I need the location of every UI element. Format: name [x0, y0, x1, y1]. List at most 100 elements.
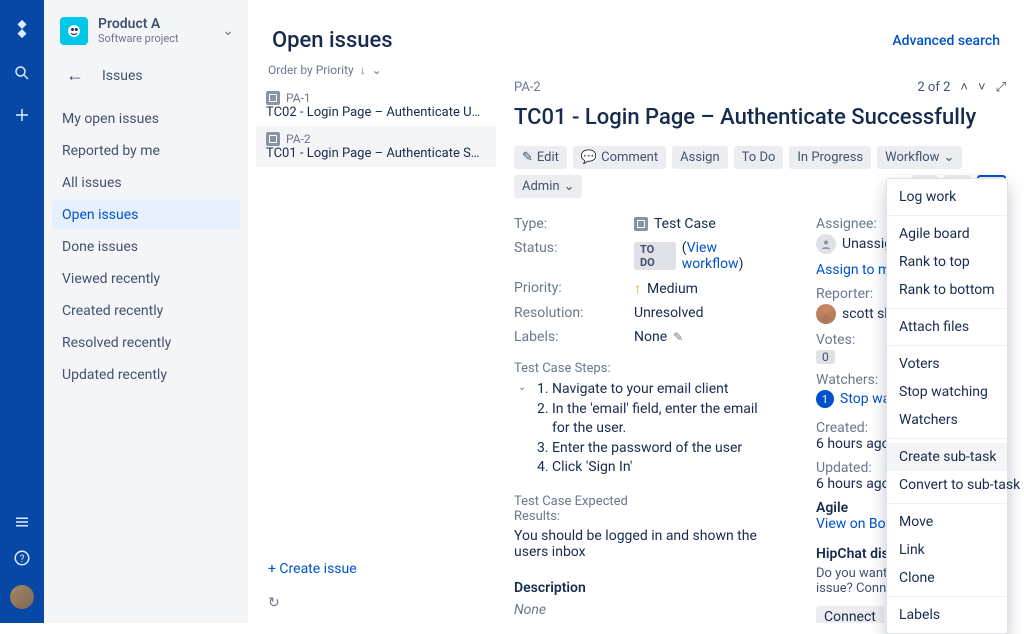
- reporter-value: scott sh: [842, 306, 892, 322]
- filter-item[interactable]: Resolved recently: [52, 328, 240, 358]
- issue-title: TC01 - Login Page – Authenticate Success…: [514, 105, 1006, 130]
- workflow-button[interactable]: Workflow ⌄: [877, 146, 962, 169]
- menu-item[interactable]: Link: [887, 536, 1007, 564]
- page-heading-bar: Open issues Advanced search: [248, 0, 1024, 63]
- edit-labels-icon[interactable]: [673, 329, 683, 345]
- unassigned-avatar-icon: [816, 234, 836, 254]
- user-avatar-icon[interactable]: [10, 585, 34, 609]
- steps-header: Test Case Steps:: [514, 361, 776, 376]
- filter-item[interactable]: Viewed recently: [52, 264, 240, 294]
- filter-item[interactable]: Created recently: [52, 296, 240, 326]
- step-item: In the 'email' field, enter the email fo…: [552, 400, 776, 439]
- expand-icon[interactable]: ⤢: [996, 80, 1006, 95]
- pencil-icon: ✎: [522, 150, 533, 165]
- admin-button[interactable]: Admin ⌄: [514, 175, 582, 198]
- priority-medium-icon: ↑: [634, 280, 641, 297]
- labels-label: Labels:: [514, 329, 634, 345]
- project-header[interactable]: Product A Software project ⌄: [52, 16, 248, 59]
- menu-item[interactable]: Stop watching: [887, 378, 1007, 406]
- priority-label: Priority:: [514, 280, 634, 297]
- svg-text:?: ?: [20, 554, 25, 565]
- collapse-icon[interactable]: ⌄: [518, 381, 526, 395]
- chevron-up-icon[interactable]: ˄: [960, 79, 968, 95]
- comment-button[interactable]: 💬Comment: [573, 146, 666, 169]
- menu-item[interactable]: Move: [887, 508, 1007, 536]
- create-issue-button[interactable]: + Create issue: [256, 551, 369, 587]
- expected-header: Test Case Expected Results:: [514, 494, 644, 524]
- project-name: Product A: [98, 16, 179, 32]
- arrow-down-icon: ↓: [360, 63, 366, 77]
- step-item: Click 'Sign In': [552, 458, 776, 478]
- filter-item[interactable]: Open issues: [52, 200, 240, 230]
- assign-button[interactable]: Assign: [672, 146, 728, 169]
- project-type: Software project: [98, 32, 179, 45]
- create-icon[interactable]: [13, 106, 31, 124]
- description-body: None: [514, 602, 776, 618]
- expected-value: You should be logged in and shown the us…: [514, 528, 776, 560]
- menu-icon[interactable]: [13, 513, 31, 531]
- chevron-down-icon: ⌄: [372, 63, 382, 77]
- help-icon[interactable]: ?: [13, 549, 31, 567]
- order-by-label: Order by Priority: [268, 63, 354, 77]
- jira-logo-icon[interactable]: [11, 18, 33, 40]
- labels-value: None: [634, 329, 667, 345]
- watchers-count: 1: [816, 390, 834, 408]
- votes-value: 0: [816, 350, 835, 364]
- menu-item[interactable]: Labels: [887, 601, 1007, 629]
- issue-position: 2 of 2: [917, 80, 950, 95]
- resolution-label: Resolution:: [514, 305, 634, 321]
- menu-item[interactable]: Convert to sub-task: [887, 471, 1007, 499]
- project-sidebar: Product A Software project ⌄ ← Issues My…: [44, 0, 248, 623]
- filter-item[interactable]: Updated recently: [52, 360, 240, 390]
- more-actions-menu: Log work Agile boardRank to topRank to bo…: [886, 178, 1008, 634]
- chevron-down-icon[interactable]: ˅: [978, 79, 986, 95]
- menu-item[interactable]: Attach files: [887, 313, 1007, 341]
- inprogress-button[interactable]: In Progress: [789, 146, 871, 169]
- refresh-icon[interactable]: ↻: [256, 591, 292, 615]
- priority-value: Medium: [647, 281, 698, 297]
- menu-item[interactable]: Log work: [887, 183, 1007, 211]
- issue-list-panel: Order by Priority ↓ ⌄ PA-1TC02 - Login P…: [248, 63, 496, 623]
- menu-item[interactable]: Rank to bottom: [887, 276, 1007, 304]
- issue-key[interactable]: PA-2: [514, 80, 541, 95]
- menu-item[interactable]: Voters: [887, 350, 1007, 378]
- chevron-down-icon: ⌄: [564, 179, 575, 194]
- chevron-down-icon[interactable]: ⌄: [222, 23, 234, 39]
- menu-item[interactable]: Agile board: [887, 220, 1007, 248]
- issue-card[interactable]: PA-1TC02 - Login Page – Authenticate Un-…: [256, 85, 496, 126]
- menu-item[interactable]: Clone: [887, 564, 1007, 592]
- hipchat-connect-button[interactable]: Connect: [816, 606, 884, 623]
- comment-icon: 💬: [581, 150, 597, 165]
- type-label: Type:: [514, 216, 634, 232]
- status-value: TO DO: [634, 242, 676, 270]
- edit-button[interactable]: ✎Edit: [514, 146, 567, 169]
- testcase-icon: [266, 132, 280, 146]
- testcase-icon: [266, 91, 280, 105]
- chevron-down-icon: ⌄: [943, 150, 954, 165]
- advanced-search-link[interactable]: Advanced search: [892, 33, 1000, 49]
- resolution-value: Unresolved: [634, 305, 703, 321]
- todo-button[interactable]: To Do: [734, 146, 784, 169]
- status-label: Status:: [514, 240, 634, 272]
- filter-item[interactable]: Reported by me: [52, 136, 240, 166]
- menu-item[interactable]: Watchers: [887, 406, 1007, 434]
- search-icon[interactable]: [13, 64, 31, 82]
- project-logo-icon: [60, 17, 88, 45]
- issue-card[interactable]: PA-2TC01 - Login Page – Authenticate Suc…: [256, 126, 496, 167]
- step-item: Enter the password of the user: [552, 439, 776, 459]
- type-value: Test Case: [654, 216, 716, 232]
- menu-item[interactable]: Create sub-task: [887, 443, 1007, 471]
- page-title: Open issues: [272, 28, 393, 53]
- global-nav: ?: [0, 0, 44, 623]
- filter-item[interactable]: All issues: [52, 168, 240, 198]
- menu-item[interactable]: Rank to top: [887, 248, 1007, 276]
- filter-item[interactable]: My open issues: [52, 104, 240, 134]
- back-to-issues[interactable]: ← Issues: [52, 59, 248, 96]
- arrow-left-icon: ←: [66, 65, 84, 86]
- filter-item[interactable]: Done issues: [52, 232, 240, 262]
- back-label: Issues: [102, 68, 143, 84]
- order-by-control[interactable]: Order by Priority ↓ ⌄: [256, 63, 496, 85]
- description-header: Description: [514, 580, 776, 596]
- view-workflow-link[interactable]: View workflow: [682, 240, 739, 272]
- filter-list: My open issuesReported by meAll issuesOp…: [52, 96, 248, 390]
